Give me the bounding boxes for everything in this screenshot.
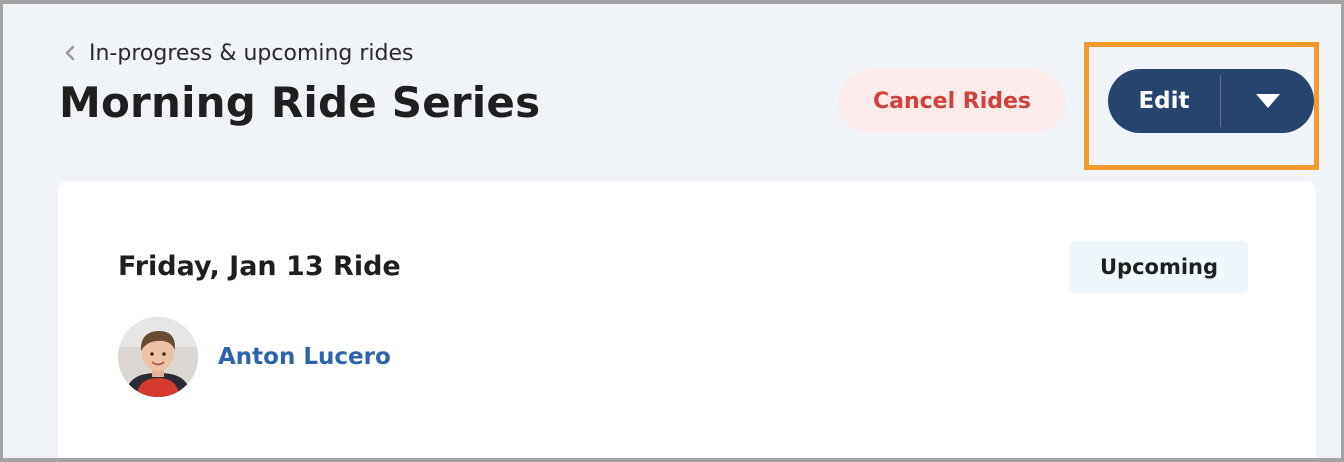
breadcrumb[interactable]: In-progress & upcoming rides: [59, 38, 414, 68]
caret-down-icon: [1255, 94, 1280, 108]
rider-name-link[interactable]: Anton Lucero: [218, 344, 391, 370]
edit-split-button: Edit: [1108, 69, 1314, 133]
avatar[interactable]: [118, 317, 198, 397]
ride-card: Friday, Jan 13 Ride Upcoming Anton Lucer…: [58, 181, 1316, 458]
status-badge: Upcoming: [1070, 241, 1248, 293]
breadcrumb-label: In-progress & upcoming rides: [89, 40, 414, 66]
ride-title: Friday, Jan 13 Ride: [118, 251, 401, 282]
app-window: In-progress & upcoming rides Morning Rid…: [3, 4, 1341, 458]
chevron-left-icon: [59, 42, 81, 64]
edit-button[interactable]: Edit: [1108, 69, 1220, 133]
rider-row: Anton Lucero: [118, 317, 391, 397]
cancel-rides-button[interactable]: Cancel Rides: [838, 69, 1066, 133]
page-title: Morning Ride Series: [59, 78, 541, 127]
edit-dropdown-toggle[interactable]: [1221, 69, 1314, 133]
